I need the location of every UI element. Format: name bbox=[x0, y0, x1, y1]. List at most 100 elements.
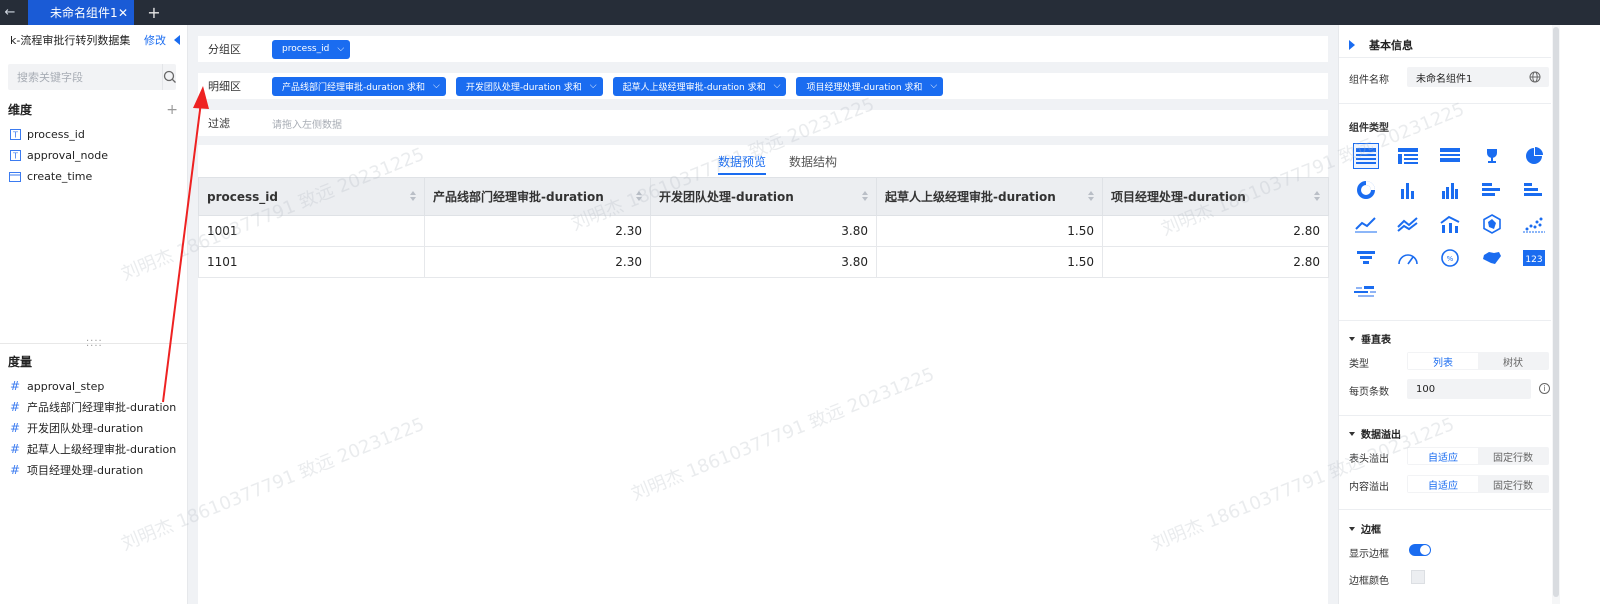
overflow-option-fixed[interactable]: 固定行数 bbox=[1478, 448, 1548, 464]
component-type-title: 组件类型 bbox=[1349, 123, 1389, 134]
search-icon[interactable] bbox=[162, 64, 177, 90]
edit-dataset-link[interactable]: 修改 bbox=[144, 32, 166, 48]
chevron-down-icon[interactable]: ⌵ bbox=[930, 81, 937, 91]
measure-field[interactable]: # 项目经理处理-duration bbox=[9, 462, 143, 478]
area-chart-icon[interactable] bbox=[1395, 211, 1421, 237]
border-header[interactable]: 边框 bbox=[1349, 521, 1381, 536]
sort-icon[interactable] bbox=[636, 191, 642, 201]
scatter-chart-icon[interactable] bbox=[1521, 211, 1547, 237]
panel-divider bbox=[1339, 103, 1551, 104]
table-grouped-icon[interactable] bbox=[1437, 143, 1463, 169]
overflow-option-fixed[interactable]: 固定行数 bbox=[1478, 476, 1548, 492]
detail-zone[interactable]: 明细区 产品线部门经理审批-duration 求和 ⌵ 开发团队处理-durati… bbox=[198, 73, 1328, 99]
sort-icon[interactable] bbox=[410, 191, 416, 201]
chevron-down-icon[interactable]: ⌵ bbox=[590, 81, 597, 91]
search-input[interactable] bbox=[8, 70, 162, 84]
trophy-icon[interactable] bbox=[1479, 143, 1505, 169]
overflow-option-adaptive[interactable]: 自适应 bbox=[1408, 448, 1478, 464]
caret-down-icon[interactable] bbox=[1349, 526, 1355, 531]
overflow-header[interactable]: 数据溢出 bbox=[1349, 426, 1401, 441]
detail-field-pill[interactable]: 起草人上级经理审批-duration 求和 ⌵ bbox=[612, 76, 787, 96]
scrollbar-thumb[interactable] bbox=[1553, 27, 1559, 597]
dimension-field[interactable]: T approval_node bbox=[9, 147, 108, 163]
svg-text:T: T bbox=[12, 151, 18, 160]
type-segmented-control: 列表 树状 bbox=[1407, 352, 1549, 370]
show-border-toggle[interactable] bbox=[1409, 544, 1431, 556]
chevron-down-icon[interactable]: ⌵ bbox=[433, 81, 440, 91]
basic-info-header[interactable]: 基本信息 bbox=[1349, 37, 1413, 53]
measure-field[interactable]: # 开发团队处理-duration bbox=[9, 420, 143, 436]
column-header-label: 起草人上级经理审批-duration bbox=[885, 190, 1056, 204]
dimension-field[interactable]: create_time bbox=[9, 168, 92, 184]
overflow-option-adaptive[interactable]: 自适应 bbox=[1408, 476, 1478, 492]
detail-field-pill[interactable]: 项目经理处理-duration 求和 ⌵ bbox=[796, 76, 944, 96]
number-card-icon[interactable]: 123 bbox=[1521, 245, 1547, 271]
page-size-input[interactable]: 100 bbox=[1407, 379, 1531, 399]
property-panel: 基本信息 组件名称 未命名组件1 组件类型 % 123 垂直表 类型 列表 树状… bbox=[1338, 25, 1551, 604]
column-header[interactable]: 产品线部门经理审批-duration bbox=[424, 177, 651, 216]
add-tab-button[interactable]: + bbox=[134, 0, 174, 25]
chevron-down-icon[interactable]: ⌵ bbox=[774, 81, 781, 91]
tab-data-structure[interactable]: 数据结构 bbox=[789, 153, 837, 175]
border-color-swatch[interactable] bbox=[1411, 570, 1425, 584]
expand-icon[interactable] bbox=[1349, 40, 1355, 50]
svg-text:123: 123 bbox=[1525, 255, 1542, 265]
column-header[interactable]: process_id bbox=[198, 177, 425, 216]
back-button[interactable]: ← bbox=[0, 0, 20, 25]
word-cloud-icon[interactable] bbox=[1353, 279, 1379, 305]
filter-zone[interactable]: 过滤 请拖入左侧数据 bbox=[198, 110, 1328, 136]
type-option-tree[interactable]: 树状 bbox=[1478, 353, 1548, 369]
table-cell: 1101 bbox=[198, 246, 425, 278]
table-cross-icon[interactable] bbox=[1395, 143, 1421, 169]
measure-field[interactable]: # 起草人上级经理审批-duration bbox=[9, 441, 176, 457]
resize-handle[interactable]: ···· ···· bbox=[86, 337, 103, 352]
detail-field-pill[interactable]: 产品线部门经理审批-duration 求和 ⌵ bbox=[272, 76, 446, 96]
vertical-table-header[interactable]: 垂直表 bbox=[1349, 331, 1391, 346]
table-row: 1101 2.30 3.80 1.50 2.80 bbox=[198, 246, 1329, 278]
chevron-down-icon[interactable]: ⌵ bbox=[337, 44, 344, 54]
tab-component[interactable]: 未命名组件1 ✕ bbox=[28, 0, 134, 25]
bar-chart-icon[interactable] bbox=[1395, 177, 1421, 203]
info-icon[interactable]: i bbox=[1539, 383, 1550, 394]
group-field-pill[interactable]: process_id ⌵ bbox=[272, 39, 351, 59]
table-list-icon[interactable] bbox=[1353, 143, 1379, 169]
overflow-title: 数据溢出 bbox=[1361, 430, 1401, 441]
globe-icon[interactable] bbox=[1529, 71, 1541, 86]
line-chart-icon[interactable] bbox=[1353, 211, 1379, 237]
group-zone[interactable]: 分组区 process_id ⌵ bbox=[198, 36, 1328, 62]
stacked-horizontal-bar-icon[interactable] bbox=[1521, 177, 1547, 203]
pill-label: 开发团队处理-duration 求和 bbox=[465, 82, 582, 93]
funnel-chart-icon[interactable] bbox=[1353, 245, 1379, 271]
column-header-label: process_id bbox=[207, 189, 278, 204]
percent-ring-icon[interactable]: % bbox=[1437, 245, 1463, 271]
pie-chart-icon[interactable] bbox=[1521, 143, 1547, 169]
sort-icon[interactable] bbox=[1314, 191, 1320, 201]
component-name-input[interactable]: 未命名组件1 bbox=[1407, 67, 1549, 87]
map-chart-icon[interactable] bbox=[1479, 245, 1505, 271]
combo-chart-icon[interactable] bbox=[1437, 211, 1463, 237]
measure-field[interactable]: # approval_step bbox=[9, 378, 104, 394]
type-option-list[interactable]: 列表 bbox=[1408, 353, 1478, 369]
collapse-panel-icon[interactable] bbox=[174, 35, 180, 45]
gauge-chart-icon[interactable] bbox=[1395, 245, 1421, 271]
horizontal-bar-icon[interactable] bbox=[1479, 177, 1505, 203]
filter-placeholder: 请拖入左侧数据 bbox=[272, 119, 342, 131]
column-header[interactable]: 项目经理处理-duration bbox=[1102, 177, 1329, 216]
donut-chart-icon[interactable] bbox=[1353, 177, 1379, 203]
dimension-field[interactable]: T process_id bbox=[9, 126, 85, 142]
measure-field[interactable]: # 产品线部门经理审批-duration bbox=[9, 399, 176, 415]
caret-down-icon[interactable] bbox=[1349, 336, 1355, 341]
sort-icon[interactable] bbox=[1088, 191, 1094, 201]
radar-chart-icon[interactable] bbox=[1479, 211, 1505, 237]
column-header-label: 产品线部门经理审批-duration bbox=[433, 190, 604, 204]
caret-down-icon[interactable] bbox=[1349, 431, 1355, 436]
column-header[interactable]: 开发团队处理-duration bbox=[650, 177, 877, 216]
property-panel-scrollbar[interactable] bbox=[1552, 25, 1560, 604]
column-header[interactable]: 起草人上级经理审批-duration bbox=[876, 177, 1103, 216]
close-icon[interactable]: ✕ bbox=[118, 6, 128, 20]
detail-field-pill[interactable]: 开发团队处理-duration 求和 ⌵ bbox=[455, 76, 603, 96]
sort-icon[interactable] bbox=[862, 191, 868, 201]
tab-data-preview[interactable]: 数据预览 bbox=[718, 153, 767, 175]
grouped-bar-chart-icon[interactable] bbox=[1437, 177, 1463, 203]
add-dimension-icon[interactable]: + bbox=[166, 102, 178, 118]
